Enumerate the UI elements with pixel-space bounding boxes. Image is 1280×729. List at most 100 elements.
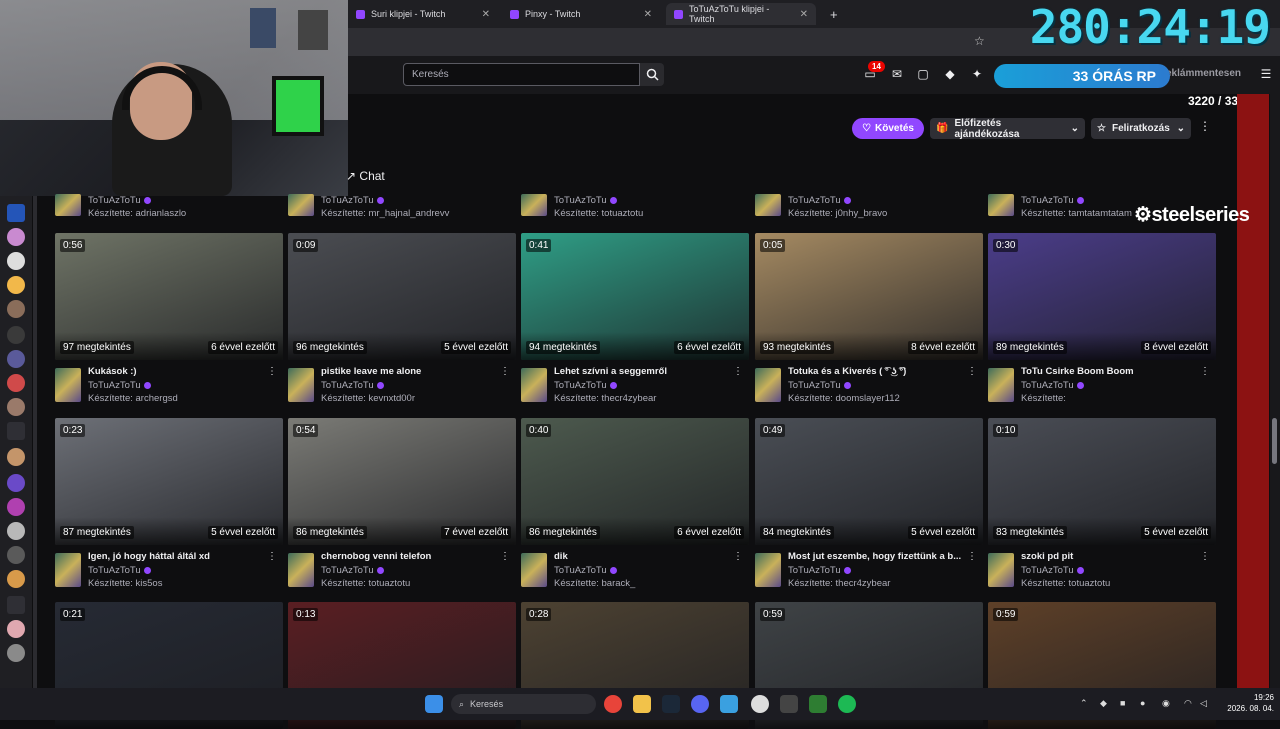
browser-tab[interactable]: Suri klipjei - Twitch ✕ bbox=[348, 3, 498, 25]
clip-card-partial[interactable]: ToTuAzToTu Készítette: totuaztotu bbox=[521, 190, 749, 220]
channel-avatar[interactable] bbox=[7, 644, 25, 662]
camera-icon[interactable] bbox=[7, 422, 25, 440]
page-scrollbar[interactable] bbox=[1270, 94, 1280, 688]
extension-icon[interactable]: ✦ bbox=[969, 66, 985, 82]
start-icon[interactable] bbox=[425, 695, 443, 713]
wifi-icon[interactable]: ◠ bbox=[1184, 698, 1192, 709]
profile-icon[interactable]: ☰ bbox=[1258, 66, 1274, 82]
more-options-icon[interactable]: ⋮ bbox=[267, 366, 277, 377]
clip-thumbnail[interactable]: 0:40 86 megtekintés 6 évvel ezelőtt bbox=[521, 418, 749, 545]
clip-channel[interactable]: ToTuAzToTu bbox=[554, 380, 617, 391]
clip-channel[interactable]: ToTuAzToTu bbox=[321, 380, 384, 391]
clip-thumbnail[interactable]: 0:30 89 megtekintés 8 évvel ezelőtt bbox=[988, 233, 1216, 360]
clip-game-avatar[interactable] bbox=[755, 553, 781, 587]
channel-avatar[interactable] bbox=[7, 620, 25, 638]
channel-avatar[interactable] bbox=[7, 326, 25, 344]
more-options-icon[interactable]: ⋮ bbox=[1200, 551, 1210, 562]
clip-channel[interactable]: ToTuAzToTu bbox=[1021, 195, 1084, 206]
channel-avatar[interactable] bbox=[7, 374, 25, 392]
clip-card-partial[interactable]: ToTuAzToTu Készítette: j0nhy_bravo bbox=[755, 190, 983, 220]
bits-icon[interactable]: ◆ bbox=[942, 66, 958, 82]
clip-thumbnail[interactable]: 0:10 83 megtekintés 5 évvel ezelőtt bbox=[988, 418, 1216, 545]
app-icon[interactable] bbox=[809, 695, 827, 713]
clip-title[interactable]: Totuka és a Kiverés ( ͡° ͜ʖ ͡°) bbox=[788, 366, 968, 377]
taskbar-search[interactable]: ⌕ Keresés bbox=[451, 694, 596, 714]
channel-avatar[interactable] bbox=[7, 350, 25, 368]
channel-avatar[interactable] bbox=[7, 522, 25, 540]
tray-icon[interactable]: ■ bbox=[1120, 698, 1125, 708]
clip-game-avatar[interactable] bbox=[55, 368, 81, 402]
channel-avatar[interactable] bbox=[7, 474, 25, 492]
browser-tab-active[interactable]: ToTuAzToTu klipjei - Twitch ✕ bbox=[666, 3, 816, 25]
clip-card-partial[interactable]: ToTuAzToTu Készítette: adrianlaszlo bbox=[55, 190, 283, 220]
close-tab-icon[interactable]: ✕ bbox=[644, 9, 652, 20]
chrome-icon[interactable] bbox=[604, 695, 622, 713]
discord-icon[interactable] bbox=[691, 695, 709, 713]
more-options-icon[interactable]: ⋮ bbox=[967, 366, 977, 377]
search-button[interactable] bbox=[640, 63, 664, 86]
clip-game-avatar[interactable] bbox=[521, 553, 547, 587]
chevron-up-icon[interactable]: ⌃ bbox=[1080, 698, 1088, 709]
clip-channel[interactable]: ToTuAzToTu bbox=[554, 195, 617, 206]
more-options-icon[interactable]: ⋮ bbox=[500, 551, 510, 562]
file-explorer-icon[interactable] bbox=[633, 695, 651, 713]
clip-game-avatar[interactable] bbox=[988, 553, 1014, 587]
clip-thumbnail[interactable]: 0:09 96 megtekintés 5 évvel ezelőtt bbox=[288, 233, 516, 360]
whispers-icon[interactable]: ▢ bbox=[915, 66, 931, 82]
clip-title[interactable]: Igen, jó hogy háttal áltál xd bbox=[88, 551, 268, 562]
subscribe-button[interactable]: ☆ Feliratkozás ⌄ bbox=[1091, 118, 1191, 139]
clip-game-avatar[interactable] bbox=[55, 553, 81, 587]
clip-channel[interactable]: ToTuAzToTu bbox=[1021, 565, 1084, 576]
clip-title[interactable]: szoki pd pit bbox=[1021, 551, 1201, 562]
clip-card-partial[interactable]: ToTuAzToTu Készítette: mr_hajnal_andrevv bbox=[288, 190, 516, 220]
channel-avatar[interactable] bbox=[7, 398, 25, 416]
clip-title[interactable]: chernobog venni telefon bbox=[321, 551, 501, 562]
app-icon[interactable] bbox=[780, 695, 798, 713]
system-clock[interactable]: 19:26 2026. 08. 04. bbox=[1214, 692, 1274, 714]
spotify-icon[interactable] bbox=[838, 695, 856, 713]
clip-thumbnail[interactable]: 0:56 97 megtekintés 6 évvel ezelőtt bbox=[55, 233, 283, 360]
more-options-icon[interactable]: ⋮ bbox=[967, 551, 977, 562]
clip-title[interactable]: ToTu Csirke Boom Boom bbox=[1021, 366, 1201, 377]
clip-title[interactable]: Most jut eszembe, hogy fizettünk a b... bbox=[788, 551, 968, 562]
more-options-icon[interactable]: ⋮ bbox=[733, 366, 743, 377]
notepad-icon[interactable] bbox=[720, 695, 738, 713]
close-tab-icon[interactable]: ✕ bbox=[800, 9, 808, 20]
follow-button[interactable]: ♡ Követés bbox=[852, 118, 924, 139]
clip-thumbnail[interactable]: 0:49 84 megtekintés 5 évvel ezelőtt bbox=[755, 418, 983, 545]
steam-icon[interactable] bbox=[662, 695, 680, 713]
clip-title[interactable]: Kukások :) bbox=[88, 366, 268, 377]
more-options-icon[interactable]: ⋮ bbox=[267, 551, 277, 562]
mail-icon[interactable]: ✉ bbox=[889, 66, 905, 82]
new-tab-button[interactable]: + bbox=[822, 3, 842, 25]
clip-channel[interactable]: ToTuAzToTu bbox=[788, 565, 851, 576]
clip-channel[interactable]: ToTuAzToTu bbox=[88, 565, 151, 576]
channel-avatar[interactable] bbox=[7, 204, 25, 222]
clip-thumbnail[interactable]: 0:41 94 megtekintés 6 évvel ezelőtt bbox=[521, 233, 749, 360]
search-input[interactable]: Keresés bbox=[403, 63, 640, 86]
clip-game-avatar[interactable] bbox=[288, 553, 314, 587]
channel-avatar[interactable] bbox=[7, 546, 25, 564]
clip-game-avatar[interactable] bbox=[288, 368, 314, 402]
clip-channel[interactable]: ToTuAzToTu bbox=[321, 195, 384, 206]
more-options-icon[interactable]: ⋮ bbox=[1200, 366, 1210, 377]
clip-title[interactable]: Lehet szívni a seggemről bbox=[554, 366, 734, 377]
clip-title[interactable]: pistike leave me alone bbox=[321, 366, 501, 377]
clip-thumbnail[interactable]: 0:05 93 megtekintés 8 évvel ezelőtt bbox=[755, 233, 983, 360]
more-options-icon[interactable]: ⋮ bbox=[500, 366, 510, 377]
sidebar-scrollbar[interactable] bbox=[33, 196, 37, 688]
clip-channel[interactable]: ToTuAzToTu bbox=[88, 195, 151, 206]
microphone-icon[interactable]: ◉ bbox=[1162, 698, 1170, 709]
clip-thumbnail[interactable]: 0:54 86 megtekintés 7 évvel ezelőtt bbox=[288, 418, 516, 545]
channel-avatar[interactable] bbox=[7, 276, 25, 294]
close-tab-icon[interactable]: ✕ bbox=[482, 9, 490, 20]
channel-avatar[interactable] bbox=[7, 448, 25, 466]
clip-channel[interactable]: ToTuAzToTu bbox=[788, 195, 851, 206]
browser-tab[interactable]: Pinxy - Twitch ✕ bbox=[502, 3, 660, 25]
scrollbar-thumb[interactable] bbox=[1272, 418, 1277, 464]
clip-thumbnail[interactable]: 0:23 87 megtekintés 5 évvel ezelőtt bbox=[55, 418, 283, 545]
clip-title[interactable]: dik bbox=[554, 551, 734, 562]
clip-game-avatar[interactable] bbox=[988, 368, 1014, 402]
camera-icon[interactable] bbox=[7, 596, 25, 614]
star-icon[interactable]: ☆ bbox=[974, 34, 985, 48]
